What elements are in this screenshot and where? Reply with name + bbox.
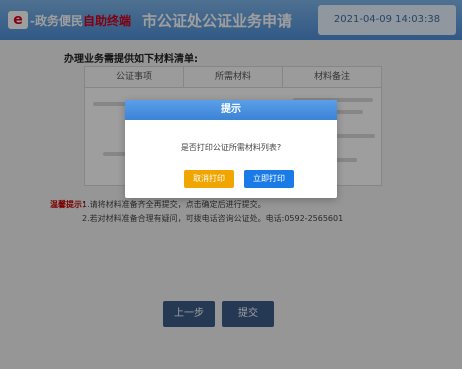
cancel-print-button[interactable]: 取消打印 xyxy=(184,170,234,188)
print-now-button[interactable]: 立即打印 xyxy=(244,170,294,188)
print-dialog: 提示 是否打印公证所需材料列表? 取消打印 立即打印 xyxy=(125,100,337,198)
dialog-title: 提示 xyxy=(125,100,337,120)
dialog-message: 是否打印公证所需材料列表? xyxy=(180,143,282,152)
